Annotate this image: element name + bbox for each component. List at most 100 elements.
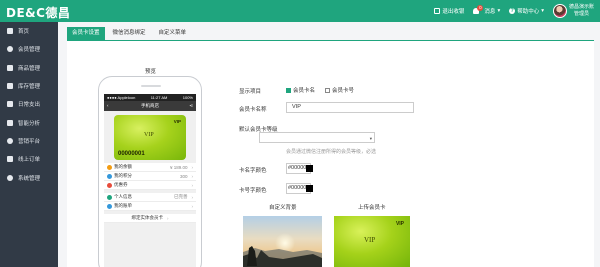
sidebar: 首页 会员管理 商品管理 库存管理 日常支出 智能分析 营销平台 线上订单 系统… bbox=[0, 22, 58, 267]
sidebar-item-label: 日常支出 bbox=[18, 102, 41, 109]
balance-icon bbox=[107, 164, 112, 170]
messages-link[interactable]: 0 消息 ▾ bbox=[473, 5, 501, 15]
sidebar-item-expenses[interactable]: 日常支出 bbox=[0, 95, 58, 113]
tab-membership-card[interactable]: 会员卡设置 bbox=[67, 27, 105, 40]
analysis-icon bbox=[7, 119, 13, 126]
points-icon bbox=[107, 173, 112, 179]
sidebar-item-goods[interactable]: 商品管理 bbox=[0, 59, 58, 77]
share-icon: ⋖ bbox=[189, 103, 193, 108]
card-area: VIP VIP 00000001 bbox=[104, 111, 196, 163]
sidebar-item-label: 首页 bbox=[18, 29, 30, 36]
checkbox-unchecked-icon bbox=[325, 87, 330, 93]
cashier-label: 退出收银 bbox=[442, 9, 465, 15]
checkbox-checked-icon bbox=[286, 87, 291, 93]
phone-preview: ●●●● Appleloon 11:27 AM 100% ‹ 手机商店 ⋖ VI… bbox=[98, 76, 202, 267]
display-items-label: 显示项目 bbox=[239, 89, 262, 95]
sidebar-item-analysis[interactable]: 智能分析 bbox=[0, 113, 58, 131]
top-right-toolbar: 退出收银 0 消息 ▾ ? 帮助中心 ▾ 德昌演示账 管理员 bbox=[434, 0, 594, 22]
row-value: ¥ 189.00 bbox=[169, 164, 188, 170]
preview-label: 预览 bbox=[145, 69, 157, 75]
user-role: 管理员 bbox=[573, 11, 589, 17]
tab-wechat-binding[interactable]: 微信消息绑定 bbox=[107, 27, 151, 40]
row-value: 已完善 bbox=[174, 194, 188, 199]
tab-custom-menu[interactable]: 自定义菜单 bbox=[153, 27, 192, 40]
phone-nav-title: 手机商店 bbox=[141, 103, 159, 108]
profile-icon bbox=[107, 194, 112, 200]
messages-label: 消息 bbox=[484, 9, 496, 15]
chevron-down-icon: ▾ bbox=[541, 8, 544, 14]
phone-speaker bbox=[141, 85, 161, 87]
list-item: 绑定实体会员卡 › bbox=[104, 214, 196, 223]
card-vip-emblem: VIP bbox=[144, 132, 154, 138]
list-item: 个人信息 已完善 › bbox=[104, 193, 196, 202]
chevron-down-icon: ▾ bbox=[369, 136, 372, 141]
sidebar-item-label: 会员管理 bbox=[18, 47, 41, 54]
phone-status-bar: ●●●● Appleloon 11:27 AM 100% bbox=[104, 94, 196, 101]
marketing-icon bbox=[7, 137, 13, 144]
sidebar-item-inventory[interactable]: 库存管理 bbox=[0, 77, 58, 95]
chevron-right-icon: › bbox=[167, 215, 169, 221]
custom-background-image[interactable] bbox=[243, 216, 322, 267]
sidebar-item-label: 智能分析 bbox=[18, 120, 41, 127]
sidebar-item-marketing[interactable]: 营销平台 bbox=[0, 132, 58, 150]
name-color-swatch[interactable] bbox=[306, 165, 313, 172]
uploaded-card-emblem: VIP bbox=[364, 236, 376, 244]
message-count-badge: 0 bbox=[477, 5, 484, 11]
uploaded-card-image[interactable]: VIP VIP bbox=[334, 216, 410, 267]
chevron-right-icon: › bbox=[191, 194, 194, 200]
expense-icon bbox=[7, 101, 13, 108]
cashier-link[interactable]: 退出收银 bbox=[434, 7, 464, 15]
default-level-select[interactable]: ▾ bbox=[259, 132, 375, 143]
card-vip-label: VIP bbox=[173, 119, 181, 124]
coupon-icon bbox=[107, 182, 112, 188]
row-label: 我的账单 bbox=[114, 203, 132, 208]
name-color-label: 卡名字颜色 bbox=[239, 168, 267, 174]
sidebar-item-system[interactable]: 系统管理 bbox=[0, 168, 58, 186]
inventory-icon bbox=[7, 83, 13, 90]
membership-card-preview: VIP VIP 00000001 bbox=[114, 115, 186, 160]
chevron-right-icon: › bbox=[191, 203, 194, 209]
row-value: 300 bbox=[179, 173, 188, 179]
carrier-text: ●●●● Appleloon bbox=[107, 95, 136, 100]
sidebar-item-members[interactable]: 会员管理 bbox=[0, 40, 58, 58]
top-bar: DE&C德昌 退出收银 0 消息 ▾ ? 帮助中心 ▾ 德昌演示账 管理员 bbox=[0, 0, 600, 22]
row-label: 优惠券 bbox=[114, 182, 128, 187]
card-name-input[interactable]: VIP bbox=[286, 102, 414, 113]
sidebar-item-label: 库存管理 bbox=[18, 84, 41, 91]
order-icon bbox=[7, 156, 13, 163]
chevron-right-icon: › bbox=[191, 182, 194, 188]
home-icon bbox=[7, 28, 13, 35]
chevron-down-icon: ▾ bbox=[497, 8, 501, 14]
sidebar-item-label: 商品管理 bbox=[18, 65, 41, 72]
sidebar-item-label: 系统管理 bbox=[18, 175, 41, 182]
user-name: 德昌演示账 bbox=[568, 4, 594, 10]
bell-icon: 0 bbox=[473, 5, 484, 14]
sidebar-item-label: 营销平台 bbox=[18, 138, 41, 145]
help-center-link[interactable]: ? 帮助中心 ▾ bbox=[509, 7, 544, 15]
number-color-swatch[interactable] bbox=[306, 185, 313, 192]
avatar bbox=[552, 4, 567, 18]
card-number: 00000001 bbox=[118, 151, 145, 157]
custom-bg-label: 自定义背景 bbox=[269, 205, 297, 211]
upload-card-label: 上传会员卡 bbox=[358, 205, 386, 211]
tab-bar: 会员卡设置 微信消息绑定 自定义菜单 bbox=[67, 27, 192, 40]
row-label: 绑定实体会员卡 bbox=[131, 215, 164, 220]
sidebar-item-label: 线上订单 bbox=[18, 157, 41, 164]
chevron-right-icon: › bbox=[191, 164, 194, 170]
row-label: 我的积分 bbox=[114, 173, 132, 178]
user-menu[interactable]: 德昌演示账 管理员 bbox=[552, 4, 594, 18]
list-item: 我的积分 300 › bbox=[104, 172, 196, 181]
help-label: 帮助中心 bbox=[517, 9, 540, 15]
list-item: 优惠券 › bbox=[104, 181, 196, 190]
row-label: 我的余额 bbox=[114, 164, 132, 169]
sidebar-item-home[interactable]: 首页 bbox=[0, 22, 58, 40]
card-name-label: 会员卡名称 bbox=[239, 107, 267, 113]
row-label: 个人信息 bbox=[114, 194, 132, 199]
sidebar-item-orders[interactable]: 线上订单 bbox=[0, 150, 58, 168]
checkbox-label: 会员卡号 bbox=[332, 88, 355, 94]
card-name-checkbox[interactable]: 会员卡名 bbox=[286, 86, 315, 94]
card-number-checkbox[interactable]: 会员卡号 bbox=[325, 86, 354, 94]
list-item: 我的账单 › bbox=[104, 202, 196, 211]
list-item: 我的余额 ¥ 189.00 › bbox=[104, 163, 196, 172]
logo: DE&C德昌 bbox=[6, 6, 71, 20]
